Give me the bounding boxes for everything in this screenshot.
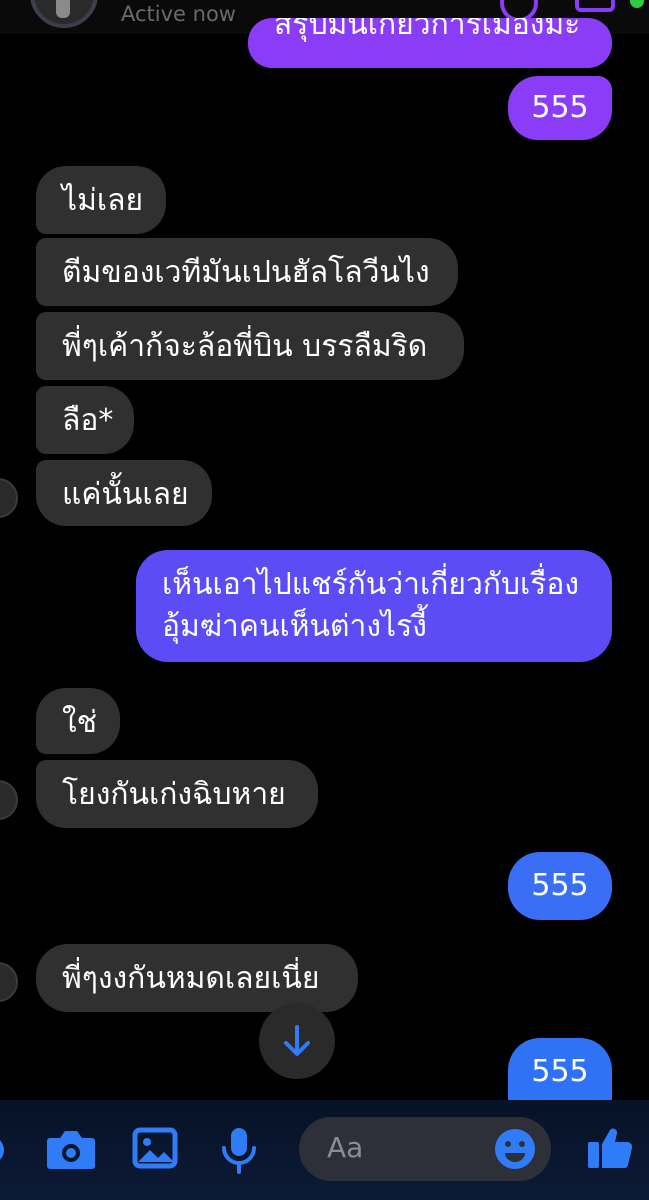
message-bubble-outgoing[interactable]: 555 <box>508 76 612 140</box>
message-bubble-incoming[interactable]: โยงกันเก่งฉิบหาย <box>36 760 318 828</box>
thumbs-up-icon[interactable] <box>586 1122 634 1172</box>
message-bubble-incoming[interactable]: ตีมของเวทีมันเปนฮัลโลวีนไง <box>36 238 458 306</box>
message-text: พี่ๆงงกันหมดเลยเนี่ย <box>62 961 320 996</box>
message-input[interactable]: Aa <box>299 1117 551 1181</box>
message-bubble-incoming[interactable]: ไม่เลย <box>36 166 166 234</box>
emoji-icon[interactable] <box>493 1127 537 1171</box>
message-text-line: เห็นเอาไปแชร์กันว่าเกี่ยวกับเรื่อง <box>162 567 580 602</box>
message-text: 555 <box>531 1054 589 1089</box>
message-text: 555 <box>531 90 589 125</box>
message-bubble-incoming[interactable]: พี่ๆงงกันหมดเลยเนี่ย <box>36 944 358 1012</box>
message-text: ไม่เลย <box>62 183 144 218</box>
message-bubble-incoming[interactable]: พี่ๆเค้าก้จะล้อพี่บิน บรรลืมริด <box>36 312 464 380</box>
message-bubble-incoming[interactable]: ลือ* <box>36 386 134 454</box>
message-text: ตีมของเวทีมันเปนฮัลโลวีนไง <box>62 255 430 290</box>
message-text: ลือ* <box>62 403 114 438</box>
contact-avatar[interactable] <box>30 0 98 28</box>
message-text: ใช่ <box>62 705 98 740</box>
message-text: แค่นั้นเลย <box>62 477 189 512</box>
sender-avatar[interactable] <box>0 780 18 820</box>
video-call-icon[interactable] <box>575 0 615 12</box>
microphone-icon[interactable] <box>219 1126 259 1176</box>
sender-avatar[interactable] <box>0 962 18 1002</box>
online-indicator <box>630 0 644 8</box>
camera-icon[interactable] <box>46 1126 96 1172</box>
message-text: พี่ๆเค้าก้จะล้อพี่บิน บรรลืมริด <box>62 329 428 364</box>
message-text: 555 <box>531 868 589 903</box>
message-text: สรุปมันเกี่ยวการเมืองมะ <box>274 18 581 42</box>
more-actions-icon[interactable] <box>0 1132 6 1168</box>
message-bubble-incoming[interactable]: แค่นั้นเลย <box>36 460 212 526</box>
message-text: โยงกันเก่งฉิบหาย <box>62 777 286 812</box>
message-bubble-incoming[interactable]: ใช่ <box>36 688 120 754</box>
arrow-down-icon <box>284 1025 310 1056</box>
active-status: Active now <box>121 2 236 26</box>
message-text-line: อุ้มฆ่าคนเห็นต่างไรงี้ <box>162 609 427 644</box>
image-icon[interactable] <box>132 1126 178 1172</box>
message-input-placeholder: Aa <box>327 1131 364 1164</box>
message-bubble-outgoing[interactable]: สรุปมันเกี่ยวการเมืองมะ <box>248 18 612 68</box>
sender-avatar[interactable] <box>0 478 18 518</box>
message-bubble-outgoing[interactable]: 555 <box>508 852 612 920</box>
message-bubble-outgoing[interactable]: เห็นเอาไปแชร์กันว่าเกี่ยวกับเรื่อง อุ้มฆ… <box>136 550 612 662</box>
message-bubble-outgoing[interactable]: 555 <box>508 1038 612 1106</box>
scroll-to-bottom-button[interactable] <box>259 1003 335 1079</box>
